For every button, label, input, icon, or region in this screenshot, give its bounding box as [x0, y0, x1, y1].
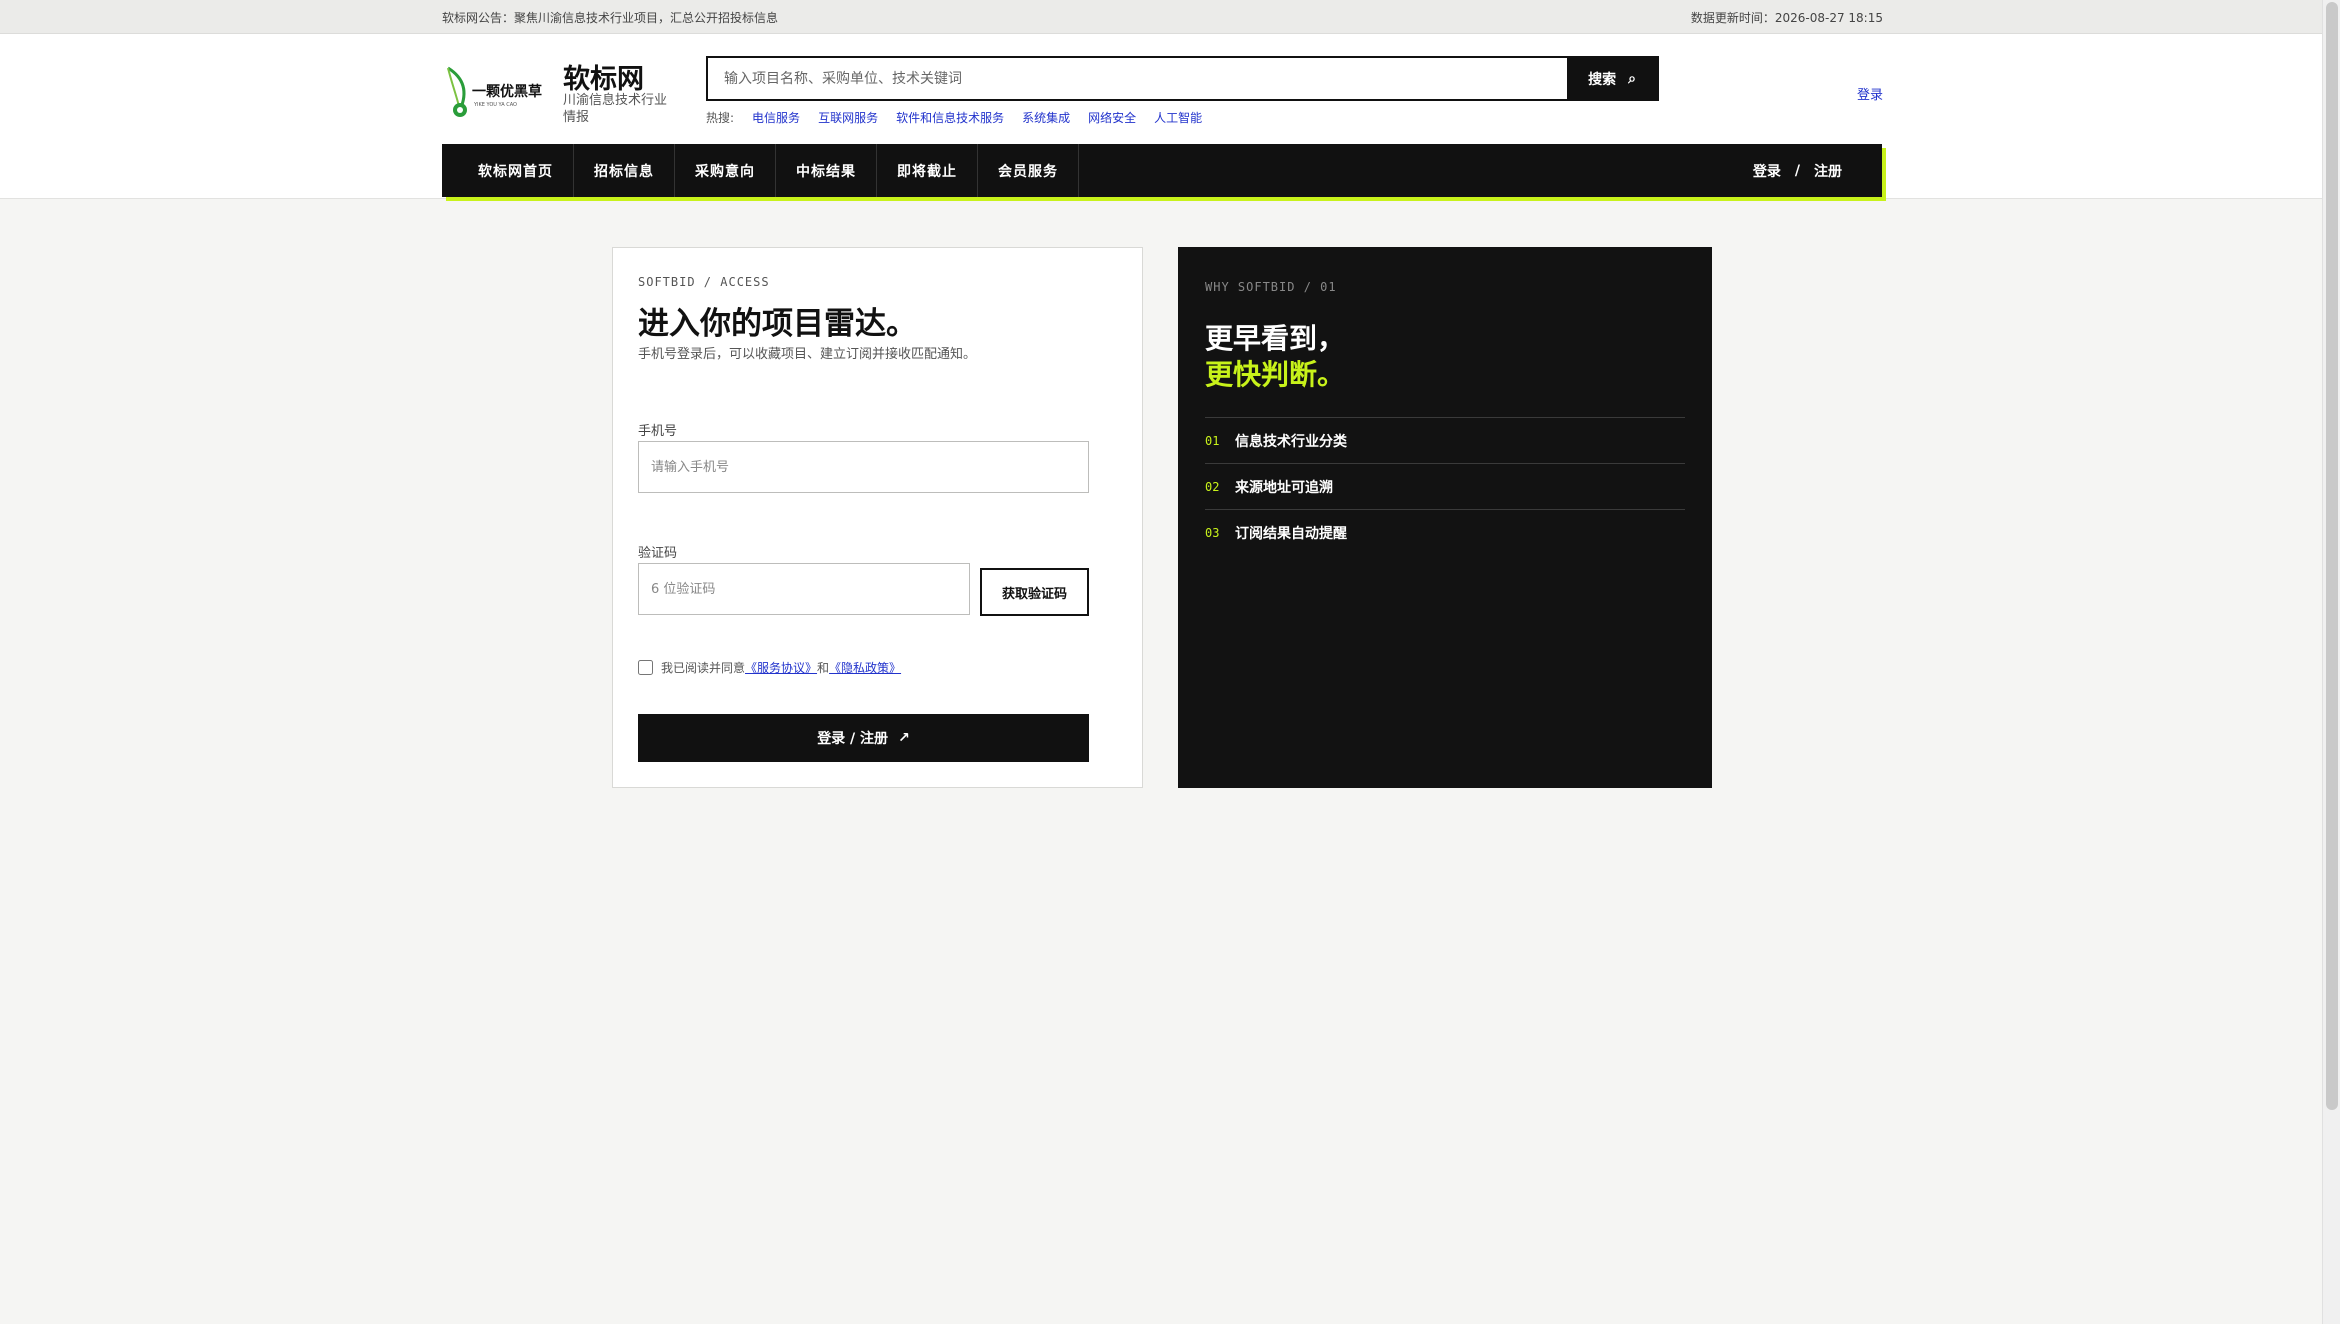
search-button[interactable]: 搜索 ⌕ — [1567, 58, 1657, 99]
code-label: 验证码 — [638, 546, 678, 561]
why-panel: WHY SOFTBID / 01 更早看到， 更快判断。 01 信息技术行业分类… — [1178, 247, 1712, 788]
logo-subtext: YIKE YOU YA CAO — [473, 102, 517, 108]
nav-login-link[interactable]: 登录 — [1753, 161, 1781, 181]
search-button-label: 搜索 — [1588, 71, 1617, 88]
nav-item-membership[interactable]: 会员服务 — [978, 144, 1079, 197]
agree-checkbox[interactable] — [638, 660, 653, 675]
terms-link[interactable]: 《服务协议》 — [745, 661, 817, 675]
panel-headline-line1: 更早看到， — [1205, 322, 1346, 355]
submit-label: 登录 / 注册 — [817, 731, 889, 747]
arrow-up-right-icon: ↗ — [898, 730, 910, 746]
scrollbar-thumb[interactable] — [2326, 2, 2338, 1110]
nav-item-procurement-intent[interactable]: 采购意向 — [675, 144, 776, 197]
agree-text: 我已阅读并同意 — [661, 661, 746, 675]
privacy-link[interactable]: 《隐私政策》 — [829, 661, 901, 675]
hot-tag[interactable]: 电信服务 — [752, 109, 800, 126]
login-card: SOFTBID / ACCESS 进入你的项目雷达。 手机号登录后，可以收藏项目… — [612, 247, 1143, 788]
feature-list: 01 信息技术行业分类 02 来源地址可追溯 03 订阅结果自动提醒 — [1205, 417, 1685, 556]
announcement-bar: 软标网公告：聚焦川渝信息技术行业项目，汇总公开招投标信息 数据更新时间：2026… — [0, 0, 2322, 34]
feature-text: 信息技术行业分类 — [1235, 433, 1347, 450]
hot-tag[interactable]: 网络安全 — [1088, 109, 1136, 126]
search-input[interactable] — [708, 58, 1568, 99]
nav-item-closing-soon[interactable]: 即将截止 — [877, 144, 978, 197]
panel-eyebrow: WHY SOFTBID / 01 — [1205, 280, 1337, 294]
feature-item: 02 来源地址可追溯 — [1205, 464, 1685, 510]
get-code-button[interactable]: 获取验证码 — [980, 568, 1089, 616]
nav-item-award-results[interactable]: 中标结果 — [776, 144, 877, 197]
login-eyebrow: SOFTBID / ACCESS — [638, 275, 770, 289]
login-register-button[interactable]: 登录 / 注册 ↗ — [638, 714, 1089, 762]
hot-tag[interactable]: 系统集成 — [1022, 109, 1070, 126]
page-scrollbar[interactable] — [2322, 0, 2340, 1324]
login-subtitle: 手机号登录后，可以收藏项目、建立订阅并接收匹配通知。 — [638, 347, 977, 362]
feature-item: 03 订阅结果自动提醒 — [1205, 510, 1685, 556]
hot-label: 热搜: — [706, 111, 735, 125]
header-login-link[interactable]: 登录 — [1857, 84, 1883, 103]
hot-tag[interactable]: 软件和信息技术服务 — [896, 109, 1004, 126]
feature-text: 来源地址可追溯 — [1235, 479, 1333, 496]
feature-number: 02 — [1205, 479, 1220, 494]
search-bar: 搜索 ⌕ — [706, 56, 1659, 101]
login-title: 进入你的项目雷达。 — [638, 306, 917, 342]
logo-icon[interactable]: 一颗优黑草 YIKE YOU YA CAO — [444, 64, 548, 120]
and-text: 和 — [817, 661, 830, 675]
phone-label: 手机号 — [638, 424, 678, 439]
verification-code-field[interactable] — [638, 563, 970, 615]
main-nav: 软标网首页 招标信息 采购意向 中标结果 即将截止 会员服务 登录 / 注册 — [442, 144, 1882, 197]
hot-tag[interactable]: 人工智能 — [1154, 109, 1202, 126]
phone-field[interactable] — [638, 441, 1089, 493]
feature-item: 01 信息技术行业分类 — [1205, 418, 1685, 464]
announcement-text: 软标网公告：聚焦川渝信息技术行业项目，汇总公开招投标信息 — [442, 11, 779, 25]
hot-searches: 热搜: 电信服务 互联网服务 软件和信息技术服务 系统集成 网络安全 人工智能 — [706, 109, 1202, 126]
nav-register-link[interactable]: 注册 — [1814, 161, 1842, 181]
nav-item-home[interactable]: 软标网首页 — [458, 144, 574, 197]
search-icon: ⌕ — [1628, 70, 1636, 87]
brand-name[interactable]: 软标网 — [563, 57, 644, 96]
feature-number: 01 — [1205, 433, 1220, 448]
nav-item-tenders[interactable]: 招标信息 — [574, 144, 675, 197]
nav-separator: / — [1794, 162, 1800, 179]
nav-auth-links: 登录 / 注册 — [1753, 144, 1842, 197]
agreement-row: 我已阅读并同意《服务协议》和《隐私政策》 — [638, 659, 901, 676]
data-updated-time: 数据更新时间：2026-08-27 18:15 — [1690, 11, 1883, 25]
hot-tag[interactable]: 互联网服务 — [818, 109, 878, 126]
logo-text: 一颗优黑草 — [472, 83, 542, 100]
feature-text: 订阅结果自动提醒 — [1235, 526, 1347, 542]
brand-tagline: 川渝信息技术行业情报 — [563, 93, 668, 125]
feature-number: 03 — [1205, 526, 1220, 540]
panel-headline-line2: 更快判断。 — [1205, 358, 1346, 391]
